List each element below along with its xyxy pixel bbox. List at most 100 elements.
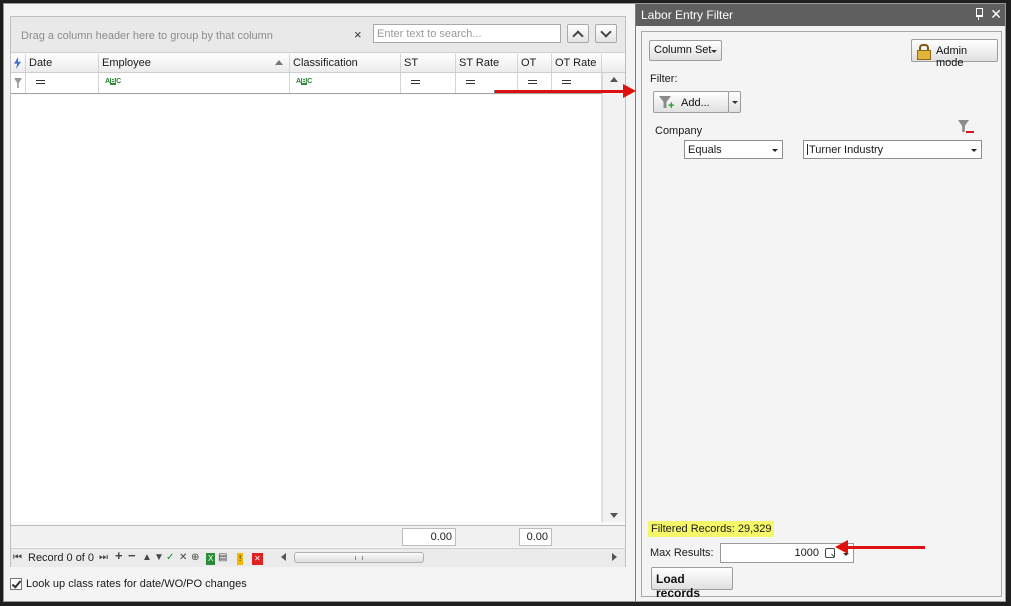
dropdown-arrow-icon [772, 149, 778, 152]
sort-ascending-icon [275, 60, 283, 65]
max-results-input[interactable]: 1000 [720, 543, 854, 563]
grid-body[interactable] [11, 95, 602, 522]
ot-total: 0.00 [519, 528, 552, 546]
filter-cell-employee[interactable]: ABC [99, 73, 290, 93]
refresh-icon[interactable]: ⊕ [191, 552, 199, 564]
first-record-icon[interactable]: ⏮ [13, 552, 22, 564]
filter-operator-select[interactable]: Equals [684, 140, 783, 159]
filter-row-indicator [11, 73, 26, 93]
lookup-class-rates-label: Look up class rates for date/WO/PO chang… [26, 578, 247, 590]
find-next-button[interactable] [595, 24, 617, 43]
print-icon[interactable]: ▤ [218, 552, 227, 564]
move-down-icon[interactable]: ▼ [154, 552, 164, 564]
lock-icon [917, 44, 931, 60]
column-header-employee[interactable]: Employee [99, 54, 290, 72]
chevron-up-icon [572, 30, 584, 42]
cancel-edit-icon[interactable]: ✕ [179, 552, 187, 564]
remove-icon[interactable]: ✕ [252, 553, 263, 565]
column-header-label: OT Rate [555, 57, 597, 69]
admin-mode-label: Admin mode [936, 45, 968, 69]
vertical-scrollbar[interactable] [602, 73, 625, 522]
st-total: 0.00 [402, 528, 456, 546]
text-caret [807, 144, 808, 155]
column-header-st-rate[interactable]: ST Rate [456, 54, 518, 72]
column-header-label: Employee [102, 57, 151, 69]
equals-operator-icon[interactable] [411, 80, 420, 84]
delete-record-icon[interactable]: − [128, 549, 136, 562]
filter-cell-st[interactable] [401, 73, 456, 93]
column-header-label: ST [404, 57, 419, 69]
totals-footer-row: 0.00 0.00 [11, 525, 625, 547]
scroll-left-icon[interactable] [281, 553, 286, 561]
group-by-panel[interactable]: Drag a column header here to group by th… [11, 17, 625, 53]
add-record-icon[interactable]: + [115, 549, 123, 562]
equals-operator-icon[interactable] [36, 80, 45, 84]
export-excel-icon[interactable]: X [206, 553, 216, 565]
column-set-button[interactable]: Column Set [649, 40, 722, 61]
labor-entry-filter-panel: Labor Entry Filter ✕ Column Set Admin mo… [635, 4, 1005, 601]
filter-value: Turner Industry [809, 144, 884, 156]
column-header-ot[interactable]: OT [518, 54, 552, 72]
scroll-down-icon[interactable] [610, 513, 618, 518]
dropdown-arrow-icon [971, 149, 977, 152]
scroll-thumb[interactable] [294, 552, 424, 563]
filtered-records: Filtered Records: 29,329 [648, 521, 775, 537]
column-chooser-button[interactable] [11, 54, 26, 72]
filter-cell-date[interactable] [26, 73, 99, 93]
max-results-label: Max Results: [650, 547, 714, 559]
lightning-icon [14, 57, 21, 69]
record-count: Record 0 of 0 [28, 552, 95, 564]
search-clear-icon[interactable]: × [354, 27, 362, 42]
labor-entry-grid-panel: Drag a column header here to group by th… [10, 16, 626, 601]
text-filter-icon[interactable]: ABC [296, 78, 312, 85]
equals-operator-icon[interactable] [562, 80, 571, 84]
filter-value-select[interactable]: Turner Industry [803, 140, 982, 159]
lookup-class-rates-checkbox[interactable] [10, 578, 22, 590]
window-frame: Drag a column header here to group by th… [3, 3, 1006, 602]
lookup-class-rates-option: Look up class rates for date/WO/PO chang… [10, 576, 247, 592]
load-records-button[interactable]: Load records [651, 567, 733, 600]
panel-title-bar: Labor Entry Filter ✕ [636, 4, 1005, 26]
column-header-label: OT [521, 57, 537, 69]
column-header-ot-rate[interactable]: OT Rate [552, 54, 602, 72]
move-up-icon[interactable]: ▲ [142, 552, 152, 564]
equals-operator-icon[interactable] [466, 80, 475, 84]
filter-panel-body: Column Set Admin mode Filter: + Add... C… [641, 31, 1002, 600]
column-header-date[interactable]: Date [26, 54, 99, 72]
filter-icon [14, 78, 22, 88]
search-input[interactable] [373, 24, 561, 43]
accept-edit-icon[interactable]: ✓ [166, 552, 174, 564]
scroll-up-icon[interactable] [610, 77, 618, 82]
column-set-label: Column Set [654, 44, 712, 56]
panel-title: Labor Entry Filter [641, 8, 734, 22]
scroll-right-icon[interactable] [612, 553, 617, 561]
find-previous-button[interactable] [567, 24, 589, 43]
max-results-value: 1000 [794, 547, 819, 559]
filter-cell-classification[interactable]: ABC [290, 73, 401, 93]
equals-operator-icon[interactable] [528, 80, 537, 84]
remove-filter-icon[interactable] [958, 120, 974, 136]
column-header-label: Classification [293, 57, 358, 69]
admin-mode-button[interactable]: Admin mode [911, 39, 998, 69]
annotation-arrow-max-results [835, 540, 925, 554]
plus-icon: + [668, 100, 675, 112]
zoom-icon[interactable] [825, 548, 835, 558]
column-header-row: Date Employee Classification ST ST Rate … [11, 54, 625, 73]
record-navigator: ⏮ Record 0 of 0 ⏭ + − ▲ ▼ ✓ ✕ ⊕ X ▤ ! ✕ [11, 548, 625, 567]
filter-field-label: Company [655, 125, 703, 137]
warning-icon[interactable]: ! [237, 553, 244, 565]
text-filter-icon[interactable]: ABC [105, 78, 121, 85]
add-filter-dropdown-button[interactable] [728, 91, 741, 113]
dropdown-arrow-icon [711, 50, 717, 53]
chevron-down-icon [600, 26, 612, 38]
column-header-label: ST Rate [459, 57, 500, 69]
filtered-records-count: 29,329 [737, 523, 772, 535]
group-by-hint: Drag a column header here to group by th… [21, 30, 273, 42]
horizontal-scrollbar[interactable] [279, 551, 619, 565]
last-record-icon[interactable]: ⏭ [99, 552, 108, 564]
add-filter-button[interactable]: + Add... [653, 91, 729, 113]
column-header-classification[interactable]: Classification [290, 54, 401, 72]
column-header-st[interactable]: ST [401, 54, 456, 72]
pin-icon[interactable] [975, 8, 983, 20]
close-icon[interactable]: ✕ [990, 6, 1002, 23]
